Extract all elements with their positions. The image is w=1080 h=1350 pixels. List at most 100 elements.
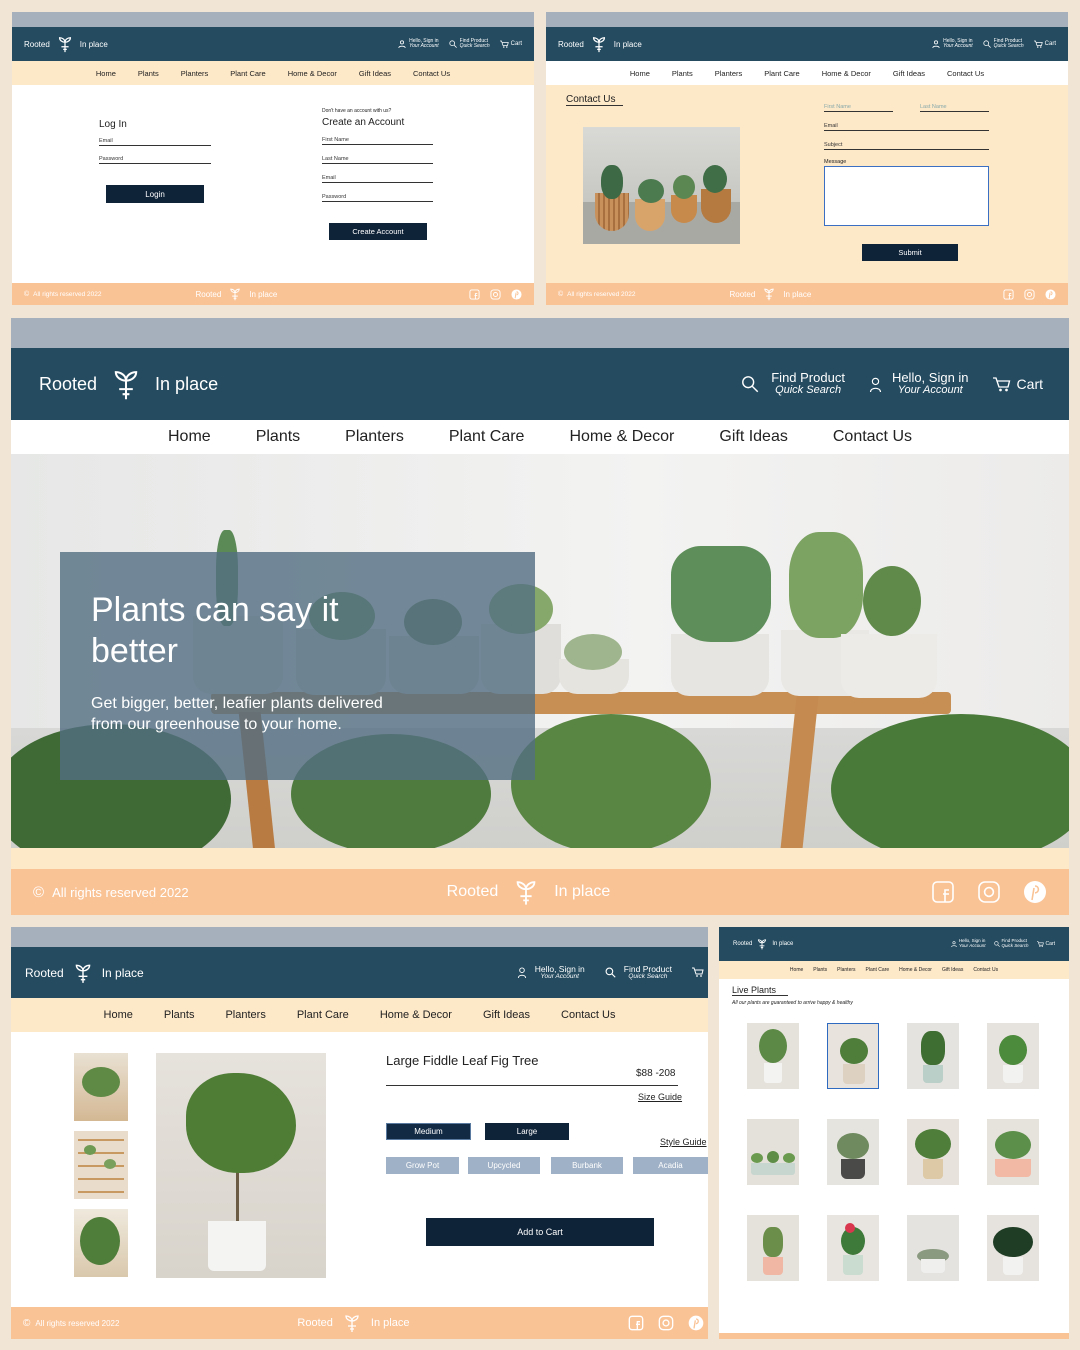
nav-home[interactable]: Home: [96, 69, 116, 78]
nav-home-decor[interactable]: Home & Decor: [288, 69, 337, 78]
thumbnail-3[interactable]: [74, 1209, 128, 1277]
cart-link[interactable]: [692, 967, 704, 978]
find-product[interactable]: Find Product Quick Search: [741, 371, 845, 396]
submit-button[interactable]: Submit: [862, 244, 958, 261]
product-card[interactable]: [987, 1215, 1039, 1281]
nav-gift-ideas[interactable]: Gift Ideas: [359, 69, 391, 78]
product-card[interactable]: [987, 1023, 1039, 1089]
product-card[interactable]: [827, 1119, 879, 1185]
contact-email[interactable]: Email: [824, 123, 989, 131]
account-link[interactable]: Hello, Sign in Your Account: [398, 38, 439, 50]
pinterest-icon[interactable]: [1023, 880, 1047, 904]
product-card[interactable]: [827, 1023, 879, 1089]
style-acadia-button[interactable]: Acadia: [633, 1157, 708, 1174]
nav-home-decor[interactable]: Home & Decor: [899, 967, 932, 973]
nav-gift-ideas[interactable]: Gift Ideas: [483, 1009, 530, 1021]
nav-contact-us[interactable]: Contact Us: [973, 967, 998, 973]
nav-planters[interactable]: Planters: [837, 967, 855, 973]
cart-link[interactable]: Cart: [499, 40, 522, 48]
product-card[interactable]: [747, 1215, 799, 1281]
nav-contact-us[interactable]: Contact Us: [833, 428, 912, 446]
instagram-icon[interactable]: [977, 880, 1001, 904]
instagram-icon[interactable]: [1024, 288, 1035, 300]
account-link[interactable]: Hello, Sign in Your Account: [932, 38, 973, 50]
pinterest-icon[interactable]: [511, 288, 522, 300]
logo[interactable]: Rooted In place: [39, 366, 218, 402]
nav-plants[interactable]: Plants: [138, 69, 159, 78]
instagram-icon[interactable]: [490, 288, 501, 300]
instagram-icon[interactable]: [658, 1315, 674, 1331]
product-card[interactable]: [907, 1215, 959, 1281]
nav-contact-us[interactable]: Contact Us: [413, 69, 450, 78]
nav-contact-us[interactable]: Contact Us: [561, 1009, 615, 1021]
nav-planters[interactable]: Planters: [225, 1009, 265, 1021]
nav-gift-ideas[interactable]: Gift Ideas: [942, 967, 963, 973]
nav-home-decor[interactable]: Home & Decor: [569, 428, 674, 446]
login-email-field[interactable]: Email: [99, 138, 211, 146]
size-medium-button[interactable]: Medium: [386, 1123, 471, 1140]
nav-home-decor[interactable]: Home & Decor: [822, 69, 871, 78]
nav-home[interactable]: Home: [168, 428, 211, 446]
nav-plants[interactable]: Plants: [164, 1009, 195, 1021]
pinterest-icon[interactable]: [1045, 288, 1056, 300]
product-card[interactable]: [827, 1215, 879, 1281]
logo[interactable]: Rooted In place: [24, 35, 108, 53]
contact-message-box[interactable]: [824, 166, 989, 226]
nav-contact-us[interactable]: Contact Us: [947, 69, 984, 78]
style-grow-pot-button[interactable]: Grow Pot: [386, 1157, 459, 1174]
nav-planters[interactable]: Planters: [181, 69, 209, 78]
contact-last-name[interactable]: Last Name: [920, 104, 989, 112]
style-guide-link[interactable]: Style Guide: [660, 1137, 707, 1147]
create-account-button[interactable]: Create Account: [329, 223, 427, 240]
nav-plant-care[interactable]: Plant Care: [764, 69, 799, 78]
login-button[interactable]: Login: [106, 185, 204, 203]
account-link[interactable]: Hello, Sign in Your Account: [517, 964, 585, 981]
nav-gift-ideas[interactable]: Gift Ideas: [719, 428, 787, 446]
nav-plants[interactable]: Plants: [672, 69, 693, 78]
find-product[interactable]: Find Product Quick Search: [983, 38, 1024, 50]
signup-last-name[interactable]: Last Name: [322, 156, 433, 164]
style-burbank-button[interactable]: Burbank: [551, 1157, 623, 1174]
nav-plant-care[interactable]: Plant Care: [866, 967, 890, 973]
signup-first-name[interactable]: First Name: [322, 137, 433, 145]
nav-plants[interactable]: Plants: [256, 428, 300, 446]
nav-home[interactable]: Home: [104, 1009, 133, 1021]
thumbnail-1[interactable]: [74, 1053, 128, 1121]
contact-first-name[interactable]: First Name: [824, 104, 893, 112]
cart-link[interactable]: Cart: [992, 376, 1043, 392]
nav-planters[interactable]: Planters: [715, 69, 743, 78]
account-link[interactable]: Hello, Sign in Your Account: [951, 939, 986, 948]
facebook-icon[interactable]: [469, 288, 480, 300]
facebook-icon[interactable]: [1003, 288, 1014, 300]
nav-planters[interactable]: Planters: [345, 428, 404, 446]
size-large-button[interactable]: Large: [485, 1123, 569, 1140]
thumbnail-2[interactable]: [74, 1131, 128, 1199]
cart-link[interactable]: Cart: [1036, 941, 1055, 947]
account-link[interactable]: Hello, Sign in Your Account: [869, 371, 969, 396]
add-to-cart-button[interactable]: Add to Cart: [426, 1218, 654, 1246]
find-product[interactable]: Find Product Quick Search: [605, 964, 672, 981]
facebook-icon[interactable]: [931, 880, 955, 904]
pinterest-icon[interactable]: [688, 1315, 704, 1331]
product-card[interactable]: [747, 1119, 799, 1185]
find-product[interactable]: Find Product Quick Search: [449, 38, 490, 50]
product-card[interactable]: [907, 1023, 959, 1089]
product-card[interactable]: [987, 1119, 1039, 1185]
nav-home-decor[interactable]: Home & Decor: [380, 1009, 452, 1021]
cart-link[interactable]: Cart: [1033, 40, 1056, 48]
style-upcycled-button[interactable]: Upcycled: [468, 1157, 540, 1174]
nav-plant-care[interactable]: Plant Care: [449, 428, 525, 446]
facebook-icon[interactable]: [628, 1315, 644, 1331]
nav-plants[interactable]: Plants: [813, 967, 827, 973]
contact-subject[interactable]: Subject: [824, 142, 989, 150]
nav-gift-ideas[interactable]: Gift Ideas: [893, 69, 925, 78]
product-card[interactable]: [747, 1023, 799, 1089]
signup-email[interactable]: Email: [322, 175, 433, 183]
find-product[interactable]: Find Product Quick Search: [993, 939, 1029, 948]
product-card[interactable]: [907, 1119, 959, 1185]
nav-plant-care[interactable]: Plant Care: [297, 1009, 349, 1021]
logo[interactable]: Rooted In place: [733, 938, 793, 950]
signup-password[interactable]: Password: [322, 194, 433, 202]
nav-home[interactable]: Home: [630, 69, 650, 78]
nav-home[interactable]: Home: [790, 967, 803, 973]
